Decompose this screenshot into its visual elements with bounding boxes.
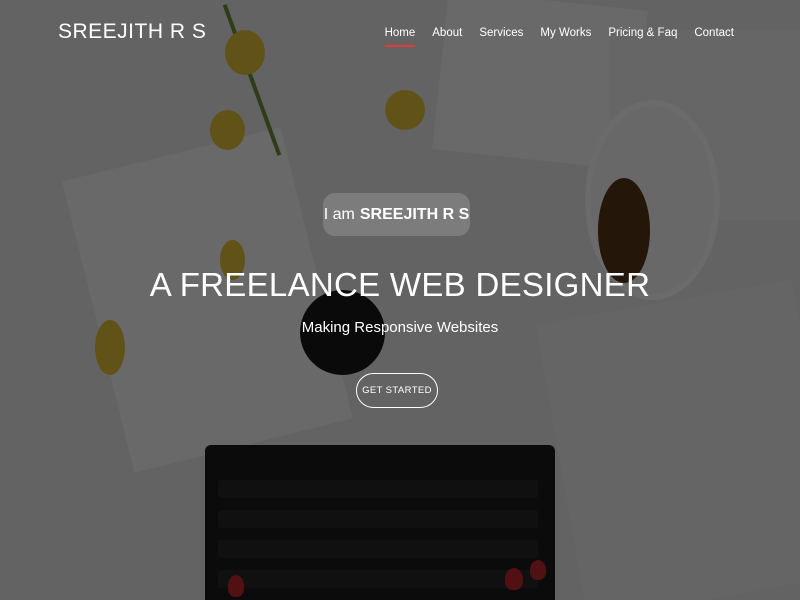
- nav-link-about[interactable]: About: [432, 27, 462, 47]
- intro-name: SREEJITH R S: [359, 205, 470, 223]
- nav-link-services[interactable]: Services: [479, 27, 523, 47]
- hero-content: I am SREEJITH R S A FREELANCE WEB DESIGN…: [0, 0, 800, 600]
- hero-headline: A FREELANCE WEB DESIGNER: [149, 266, 651, 303]
- nav-menu: Home About Services My Works Pricing & F…: [384, 27, 734, 47]
- nav-link-pricing-faq[interactable]: Pricing & Faq: [608, 27, 677, 47]
- hero-section: SREEJITH R S Home About Services My Work…: [0, 0, 800, 600]
- get-started-button[interactable]: GET STARTED: [356, 373, 438, 408]
- hero-subheadline: Making Responsive Websites: [301, 319, 499, 336]
- nav-link-my-works[interactable]: My Works: [540, 27, 591, 47]
- nav-link-home[interactable]: Home: [384, 27, 415, 47]
- intro-badge: I am SREEJITH R S: [323, 193, 470, 236]
- site-logo[interactable]: SREEJITH R S: [58, 20, 206, 44]
- nav-link-contact[interactable]: Contact: [694, 27, 734, 47]
- intro-prefix: I am: [323, 205, 355, 223]
- navbar: SREEJITH R S Home About Services My Work…: [0, 0, 800, 68]
